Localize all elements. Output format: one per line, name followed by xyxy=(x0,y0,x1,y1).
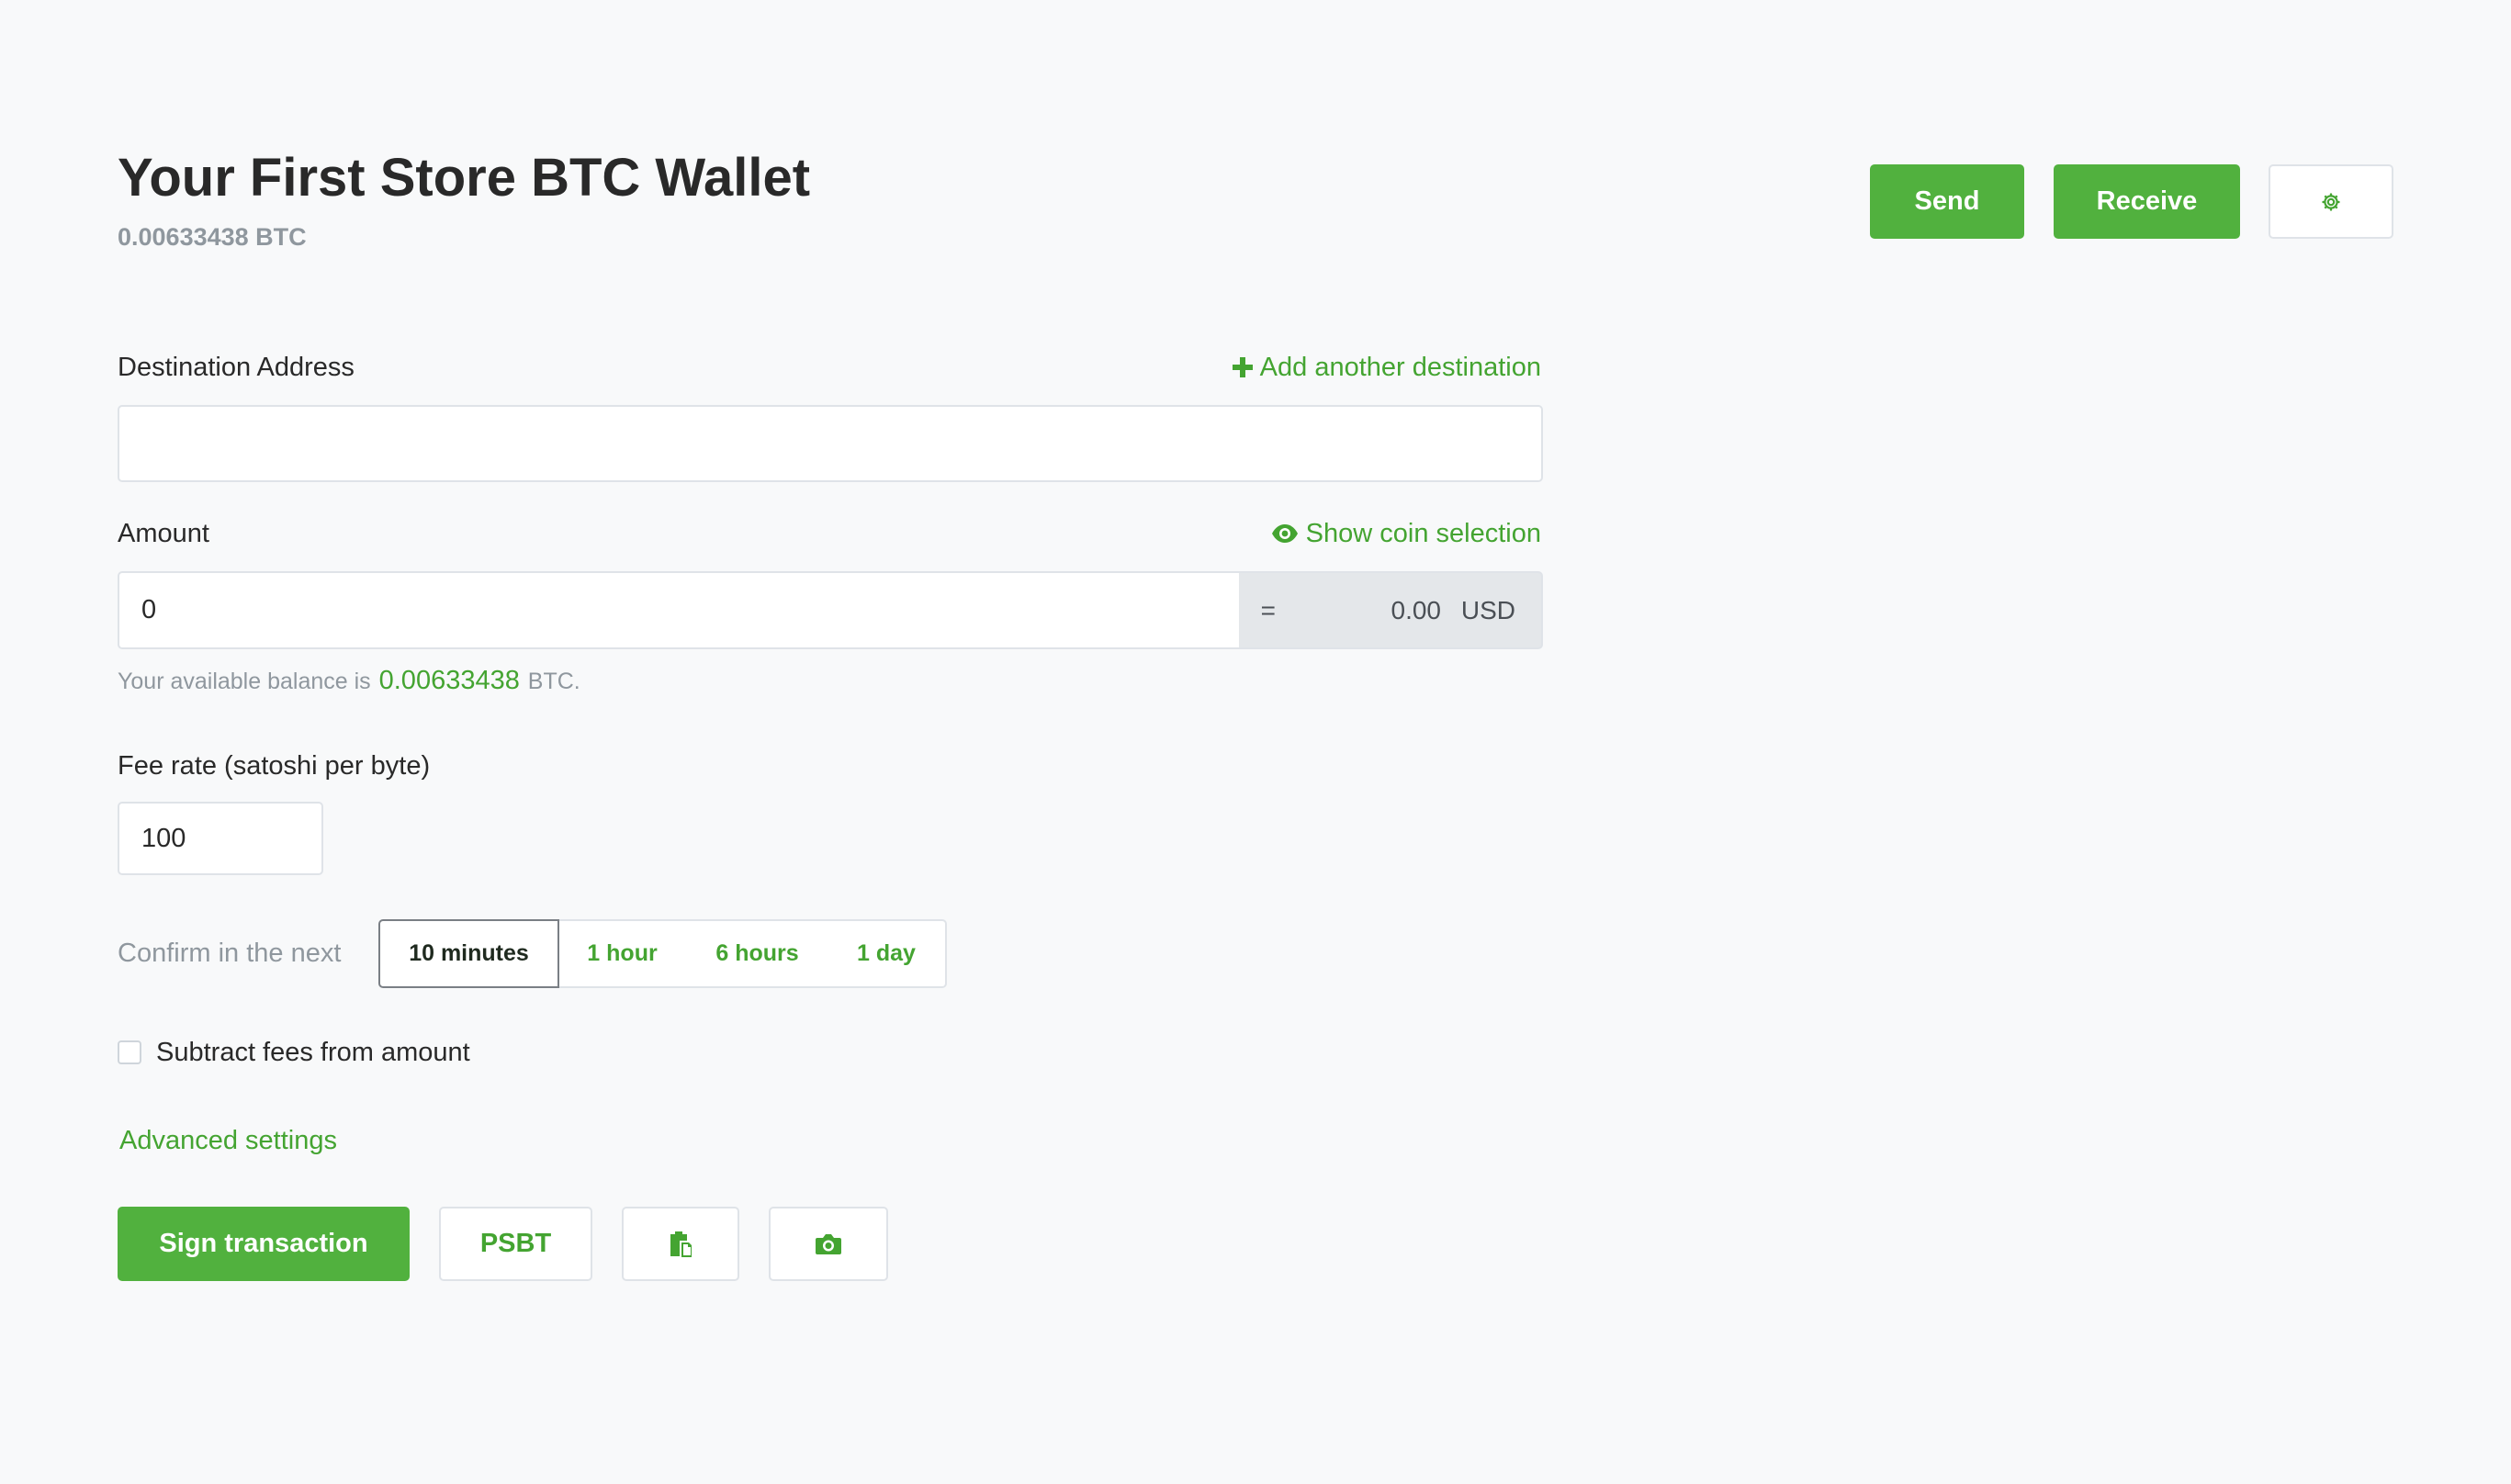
confirm-option-6-hours[interactable]: 6 hours xyxy=(687,919,829,988)
help-prefix: Your available balance is xyxy=(118,669,371,694)
fee-rate-input[interactable] xyxy=(118,802,323,875)
subtract-fees-label[interactable]: Subtract fees from amount xyxy=(156,1036,470,1069)
camera-button[interactable] xyxy=(769,1207,888,1281)
receive-button[interactable]: Receive xyxy=(2054,164,2240,239)
amount-label: Amount xyxy=(118,519,209,548)
available-balance-link[interactable]: 0.00633438 xyxy=(379,666,520,695)
confirm-option-10-minutes[interactable]: 10 minutes xyxy=(378,919,559,988)
wallet-balance: 0.00633438 BTC xyxy=(118,223,307,251)
subtract-fees-checkbox[interactable] xyxy=(118,1040,141,1064)
add-destination-label: Add another destination xyxy=(1259,353,1541,382)
confirm-option-1-day[interactable]: 1 day xyxy=(828,919,947,988)
confirm-option-1-hour[interactable]: 1 hour xyxy=(557,919,689,988)
amount-input[interactable] xyxy=(118,571,1240,649)
show-coin-selection-link[interactable]: Show coin selection xyxy=(1271,517,1541,550)
page-title: Your First Store BTC Wallet xyxy=(118,148,811,208)
eye-icon xyxy=(1271,523,1299,544)
plus-icon xyxy=(1232,357,1253,377)
gear-icon xyxy=(2320,191,2342,213)
equals-sign: = xyxy=(1260,595,1276,624)
settings-button[interactable] xyxy=(2269,164,2393,239)
help-suffix: BTC. xyxy=(527,669,580,694)
fiat-currency: USD xyxy=(1460,595,1515,624)
confirm-label: Confirm in the next xyxy=(118,939,342,968)
paste-button[interactable] xyxy=(622,1207,739,1281)
destination-address-input[interactable] xyxy=(118,405,1543,482)
sign-transaction-button[interactable]: Sign transaction xyxy=(118,1207,410,1281)
add-destination-link[interactable]: Add another destination xyxy=(1232,351,1541,384)
show-coin-selection-label: Show coin selection xyxy=(1305,519,1541,548)
fiat-conversion: = 0.00 USD xyxy=(1239,571,1543,649)
destination-label: Destination Address xyxy=(118,353,355,382)
send-button[interactable]: Send xyxy=(1870,164,2024,239)
fee-rate-label: Fee rate (satoshi per byte) xyxy=(118,751,431,781)
psbt-button[interactable]: PSBT xyxy=(439,1207,592,1281)
available-balance-help: Your available balance is 0.00633438 BTC… xyxy=(118,664,580,698)
camera-icon xyxy=(815,1232,842,1256)
advanced-settings-link[interactable]: Advanced settings xyxy=(119,1124,337,1157)
wallet-send-page: Your First Store BTC Wallet 0.00633438 B… xyxy=(0,0,2511,1484)
fiat-value: 0.00 xyxy=(1391,595,1442,624)
paste-icon xyxy=(669,1231,692,1258)
